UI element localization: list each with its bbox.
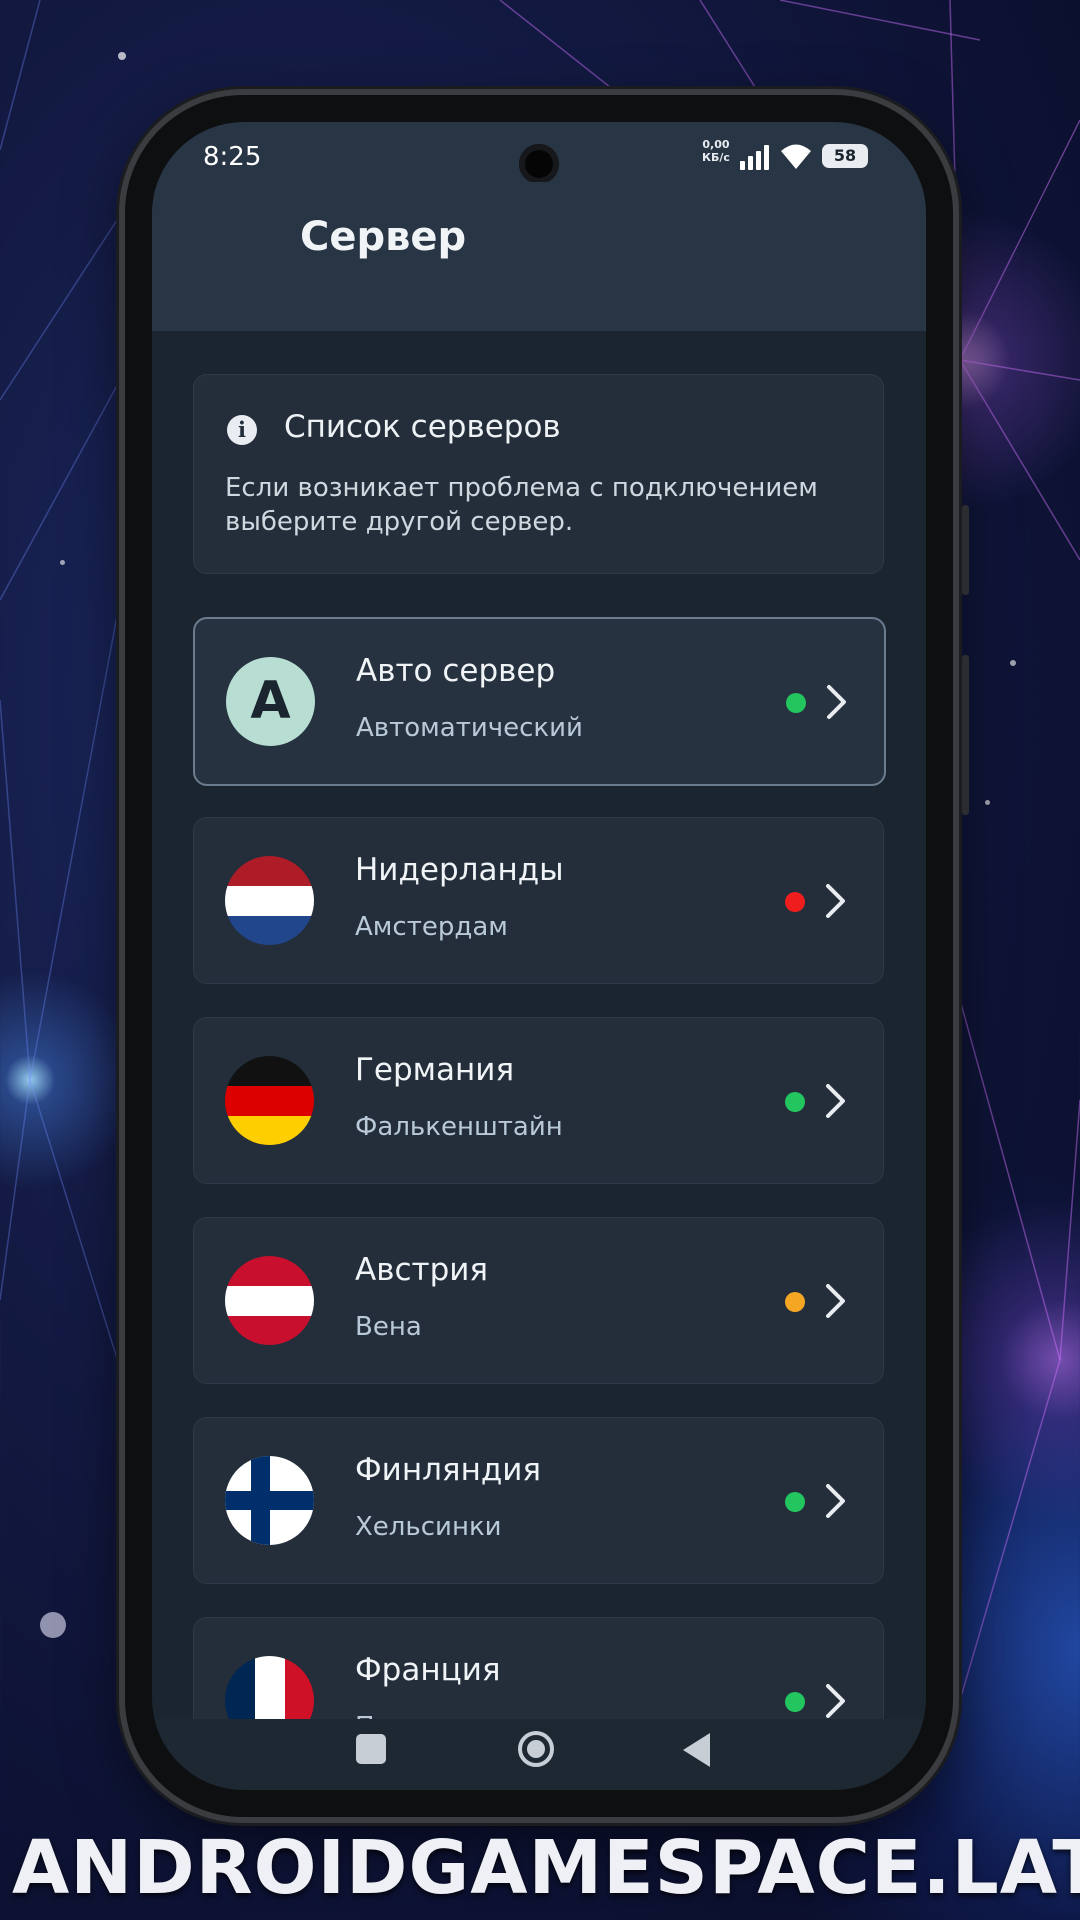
chevron-right-icon: [826, 1684, 845, 1718]
site-watermark: ANDROIDGAMESPACE.LAT: [12, 1825, 1080, 1911]
auto-server-letter: A: [226, 657, 315, 746]
status-dot: [785, 1692, 805, 1712]
network-speed: 0,00 КБ/с: [702, 138, 730, 164]
auto-server-avatar: A: [226, 657, 315, 746]
server-item-austria[interactable]: Австрия Вена: [193, 1217, 884, 1384]
info-card-title: Список серверов: [284, 409, 561, 445]
server-city: Хельсинки: [355, 1512, 502, 1542]
netherlands-flag-icon: [225, 856, 314, 945]
chevron-right-icon: [826, 884, 845, 918]
info-card: i Список серверов Если возникает проблем…: [193, 374, 884, 574]
chevron-right-icon: [827, 685, 846, 719]
star: [118, 52, 126, 60]
server-city: Фалькенштайн: [355, 1112, 563, 1142]
germany-flag-icon: [225, 1056, 314, 1145]
server-item-germany[interactable]: Германия Фалькенштайн: [193, 1017, 884, 1184]
austria-flag-icon: [225, 1256, 314, 1345]
recent-apps-square-icon[interactable]: [356, 1734, 386, 1764]
status-dot: [786, 693, 806, 713]
chevron-right-icon: [826, 1484, 845, 1518]
server-name: Германия: [355, 1052, 515, 1088]
server-item-finland[interactable]: Финляндия Хельсинки: [193, 1417, 884, 1584]
status-dot: [785, 1492, 805, 1512]
front-camera: [519, 144, 559, 184]
status-bar: 8:25 0,00 КБ/с 58: [152, 122, 926, 184]
network-speed-unit: КБ/с: [702, 151, 730, 164]
status-dot: [785, 892, 805, 912]
phone-screen: 8:25 0,00 КБ/с 58 Сервер i Список сервер…: [152, 122, 926, 1790]
server-item-netherlands[interactable]: Нидерланды Амстердам: [193, 817, 884, 984]
info-card-text: Если возникает проблема с подключением в…: [225, 473, 818, 537]
server-city: Вена: [355, 1312, 422, 1342]
server-name: Авто сервер: [356, 653, 556, 689]
server-city: Автоматический: [356, 713, 583, 743]
volume-button: [962, 655, 969, 815]
network-speed-value: 0,00: [702, 138, 730, 151]
page-title: Сервер: [300, 214, 467, 260]
battery-icon: 58: [822, 144, 868, 168]
star: [1010, 660, 1016, 666]
back-triangle-icon[interactable]: [680, 1731, 714, 1769]
status-dot: [785, 1292, 805, 1312]
home-circle-icon[interactable]: [516, 1729, 556, 1769]
finland-flag-icon: [225, 1456, 314, 1545]
server-name: Франция: [355, 1652, 501, 1688]
star: [985, 800, 990, 805]
server-name: Австрия: [355, 1252, 489, 1288]
server-name: Финляндия: [355, 1452, 542, 1488]
server-item-auto[interactable]: A Авто сервер Автоматический: [193, 617, 886, 786]
server-name: Нидерланды: [355, 852, 564, 888]
phone-frame: 8:25 0,00 КБ/с 58 Сервер i Список сервер…: [125, 95, 969, 1817]
status-dot: [785, 1092, 805, 1112]
chevron-right-icon: [826, 1084, 845, 1118]
star: [60, 560, 65, 565]
chevron-right-icon: [826, 1284, 845, 1318]
signal-icon: [740, 144, 774, 170]
system-nav-bar: [152, 1719, 926, 1790]
power-button: [962, 505, 969, 595]
server-city: Амстердам: [355, 912, 508, 942]
star: [40, 1612, 66, 1638]
wifi-icon: [781, 144, 811, 169]
status-time: 8:25: [203, 142, 262, 172]
info-icon: i: [227, 415, 257, 445]
